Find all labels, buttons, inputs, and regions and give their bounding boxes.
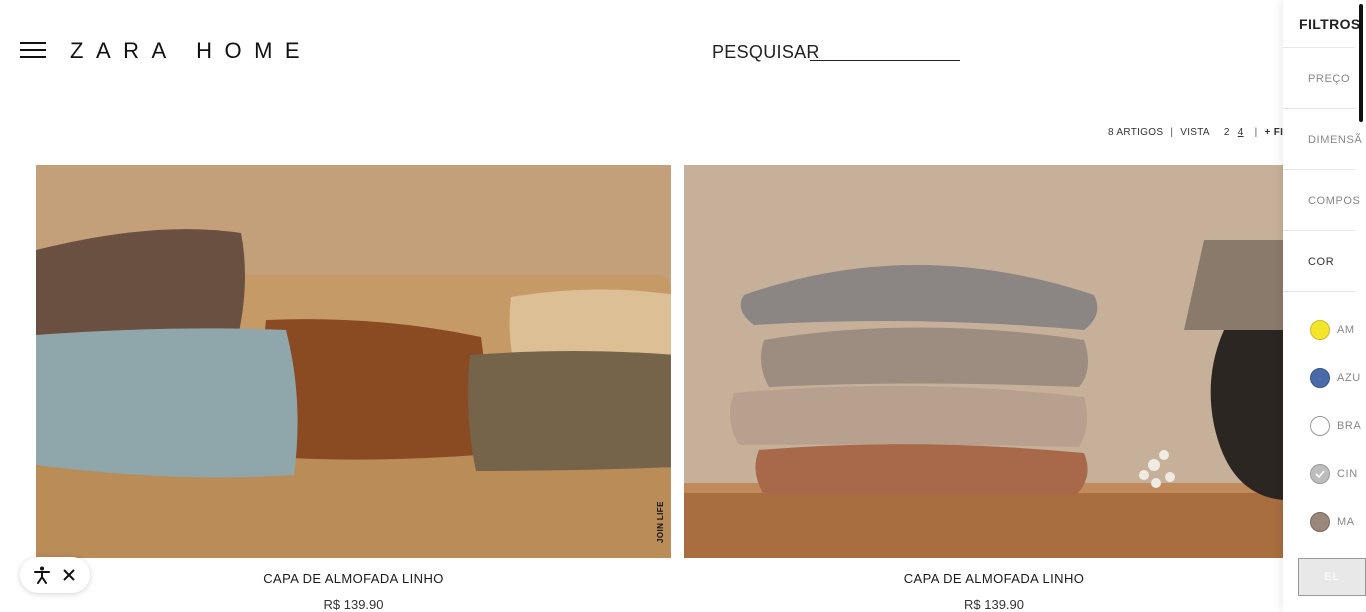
search-label: PESQUISAR bbox=[712, 42, 820, 62]
search-field[interactable]: PESQUISAR bbox=[712, 42, 960, 62]
item-count: 8 ARTIGOS bbox=[1108, 127, 1164, 138]
filters-panel: FILTROS PREÇO DIMENSÃ COMPOS COR AM AZU … bbox=[1283, 0, 1366, 612]
color-label: MA bbox=[1337, 516, 1355, 528]
accessibility-icon[interactable] bbox=[32, 565, 52, 585]
join-life-label: JOIN LIFE bbox=[656, 501, 665, 543]
product-image[interactable] bbox=[36, 165, 671, 558]
toolbar-separator: | bbox=[1254, 127, 1258, 138]
divider bbox=[1283, 291, 1355, 292]
filter-section-composition[interactable]: COMPOS bbox=[1308, 195, 1361, 207]
color-swatch-yellow[interactable] bbox=[1310, 320, 1330, 340]
product-title[interactable]: CAPA DE ALMOFADA LINHO bbox=[684, 571, 1304, 586]
accessibility-widget bbox=[20, 557, 90, 593]
hamburger-menu-icon[interactable] bbox=[20, 42, 46, 58]
stacked-cushions-image bbox=[684, 165, 1283, 558]
panel-scrollbar[interactable] bbox=[1359, 4, 1363, 122]
listing-toolbar: 8 ARTIGOS | VISTA 2 4 | + FILT bbox=[1108, 127, 1295, 138]
color-label: AZU bbox=[1337, 372, 1361, 384]
view-option-4[interactable]: 4 bbox=[1238, 127, 1244, 138]
color-swatch-grey[interactable] bbox=[1310, 464, 1330, 484]
view-label: VISTA bbox=[1180, 127, 1210, 138]
color-label: CIN bbox=[1337, 468, 1358, 480]
product-price: R$ 139.90 bbox=[323, 597, 384, 612]
brand-logo[interactable]: ZARA HOME bbox=[70, 38, 312, 64]
product-price: R$ 139.90 bbox=[964, 597, 1024, 612]
color-swatch-white[interactable] bbox=[1310, 416, 1330, 436]
search-underline bbox=[810, 60, 960, 61]
toolbar-separator: | bbox=[1170, 127, 1174, 138]
filter-section-color[interactable]: COR bbox=[1308, 256, 1334, 268]
apply-filters-button[interactable]: EL bbox=[1298, 558, 1366, 596]
divider bbox=[1283, 108, 1355, 109]
filters-title: FILTROS bbox=[1299, 16, 1361, 32]
cushions-on-sofa-image bbox=[36, 165, 671, 558]
filter-section-price[interactable]: PREÇO bbox=[1308, 73, 1350, 85]
divider bbox=[1283, 169, 1355, 170]
checkmark-icon bbox=[1315, 470, 1325, 479]
product-title[interactable]: CAPA DE ALMOFADA LINHO bbox=[36, 571, 671, 586]
divider bbox=[1283, 230, 1355, 231]
color-swatch-blue[interactable] bbox=[1310, 368, 1330, 388]
divider bbox=[1283, 47, 1355, 48]
close-icon[interactable] bbox=[59, 565, 79, 585]
filter-section-dimensions[interactable]: DIMENSÃ bbox=[1308, 134, 1362, 146]
color-swatch-brown[interactable] bbox=[1310, 512, 1330, 532]
view-option-2[interactable]: 2 bbox=[1224, 127, 1230, 138]
color-label: AM bbox=[1337, 324, 1355, 336]
page: ZARA HOME PESQUISAR 8 ARTIGOS | VISTA 2 … bbox=[0, 0, 1366, 612]
site-header: ZARA HOME PESQUISAR bbox=[0, 0, 1283, 100]
join-life-badge: JOIN LIFE bbox=[656, 501, 666, 543]
product-image[interactable] bbox=[684, 165, 1283, 558]
color-label: BRA bbox=[1337, 420, 1362, 432]
